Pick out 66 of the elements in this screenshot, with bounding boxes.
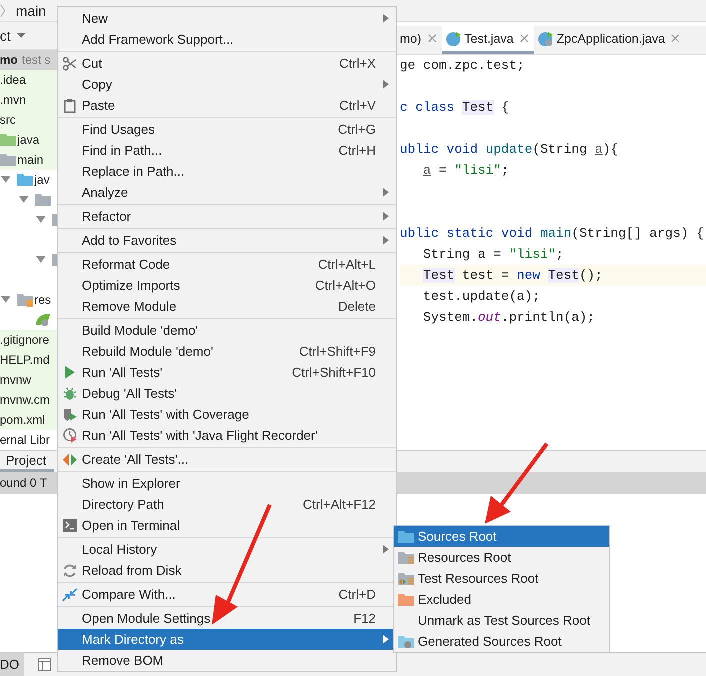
tree-label: res xyxy=(34,293,52,307)
code-line: String a = "lisi"; xyxy=(422,246,565,264)
menu-item[interactable]: Debug 'All Tests' xyxy=(58,383,396,404)
tree-label: mvnw xyxy=(0,373,32,387)
menu-item[interactable]: Run 'All Tests' with 'Java Flight Recorder' xyxy=(58,425,396,446)
menu-item[interactable]: Test Resources Root xyxy=(394,568,609,589)
menu-item[interactable]: Rebuild Module 'demo' Ctrl+Shift+F9 xyxy=(58,341,396,362)
tree-label: java xyxy=(18,133,40,147)
menu-item[interactable]: Remove BOM xyxy=(58,650,396,671)
tree-label: pom.xml xyxy=(0,413,46,427)
editor-tab[interactable]: ZpcApplication.java xyxy=(534,26,686,54)
menu-item[interactable]: Analyze xyxy=(58,182,396,203)
menu-item[interactable]: Open in Terminal xyxy=(58,515,396,536)
menu-item[interactable]: Resources Root xyxy=(394,547,609,568)
code-line: a = "lisi"; xyxy=(422,162,510,180)
menu-item[interactable]: Build Module 'demo' xyxy=(58,320,396,341)
menu-item[interactable]: Find Usages Ctrl+G xyxy=(58,119,396,140)
breadcrumb-item[interactable]: main xyxy=(16,2,46,18)
tree-label: .mvn xyxy=(0,93,26,107)
module-path: test s xyxy=(22,53,51,67)
tree-label: src xyxy=(0,113,16,127)
menu-item[interactable]: Open Module Settings F12 xyxy=(58,608,396,629)
tree-label: ernal Libr xyxy=(0,433,50,447)
menu-item[interactable]: Generated Sources Root xyxy=(394,631,609,652)
menu-item[interactable]: Replace in Path... xyxy=(58,161,396,182)
menu-item[interactable]: Directory Path Ctrl+Alt+F12 xyxy=(58,494,396,515)
code-line: ublic static void main(String[] args) { xyxy=(400,225,706,243)
menu-item[interactable]: Local History xyxy=(58,539,396,560)
menu-item[interactable]: Mark Directory as xyxy=(58,629,396,650)
tree-label: .idea xyxy=(0,73,26,87)
menu-item[interactable]: Paste Ctrl+V xyxy=(58,95,396,116)
menu-item[interactable]: Run 'All Tests' with Coverage xyxy=(58,404,396,425)
menu-item[interactable]: Unmark as Test Sources Root xyxy=(394,610,609,631)
tree-label: main xyxy=(18,153,44,167)
code-line: ge com.zpc.test; xyxy=(400,57,526,75)
menu-item[interactable]: Run 'All Tests' Ctrl+Shift+F10 xyxy=(58,362,396,383)
menu-item[interactable]: New xyxy=(58,8,396,29)
code-line: ublic void update(String a){ xyxy=(400,141,620,159)
tree-label: jav xyxy=(34,173,50,187)
editor-tab[interactable]: mo) xyxy=(400,26,442,54)
menu-item[interactable]: Create 'All Tests'... xyxy=(58,449,396,470)
menu-item[interactable]: Add Framework Support... xyxy=(58,29,396,50)
menu-item[interactable]: Refactor xyxy=(58,206,396,227)
menu-item[interactable]: Copy xyxy=(58,74,396,95)
panel-title[interactable]: ct xyxy=(0,28,11,44)
tree-label: .gitignore xyxy=(0,333,50,347)
menu-item[interactable]: Compare With... Ctrl+D xyxy=(58,584,396,605)
menu-item[interactable]: Add to Favorites xyxy=(58,230,396,251)
test-status: ound 0 T xyxy=(0,476,48,490)
menu-item[interactable]: Sources Root xyxy=(394,526,609,547)
tool-window-tab[interactable]: DO xyxy=(0,653,24,676)
code-line: System.out.println(a); xyxy=(422,309,596,327)
menu-item[interactable]: Reformat Code Ctrl+Alt+L xyxy=(58,254,396,275)
menu-item[interactable]: Show in Explorer xyxy=(58,473,396,494)
menu-item[interactable]: Reload from Disk xyxy=(58,560,396,581)
menu-item[interactable]: Remove Module Delete xyxy=(58,296,396,317)
editor-tab[interactable]: Test.java xyxy=(442,26,534,54)
tree-label: mo xyxy=(0,53,18,67)
menu-item[interactable]: Optimize Imports Ctrl+Alt+O xyxy=(58,275,396,296)
menu-item[interactable]: Excluded xyxy=(394,589,609,610)
tree-label: HELP.md xyxy=(0,353,50,367)
code-line: test.update(a); xyxy=(422,288,542,306)
menu-item[interactable]: Find in Path... Ctrl+H xyxy=(58,140,396,161)
menu-item[interactable]: Cut Ctrl+X xyxy=(58,53,396,74)
tree-label: mvnw.cm xyxy=(0,393,50,407)
code-line: c class Test { xyxy=(400,99,510,117)
